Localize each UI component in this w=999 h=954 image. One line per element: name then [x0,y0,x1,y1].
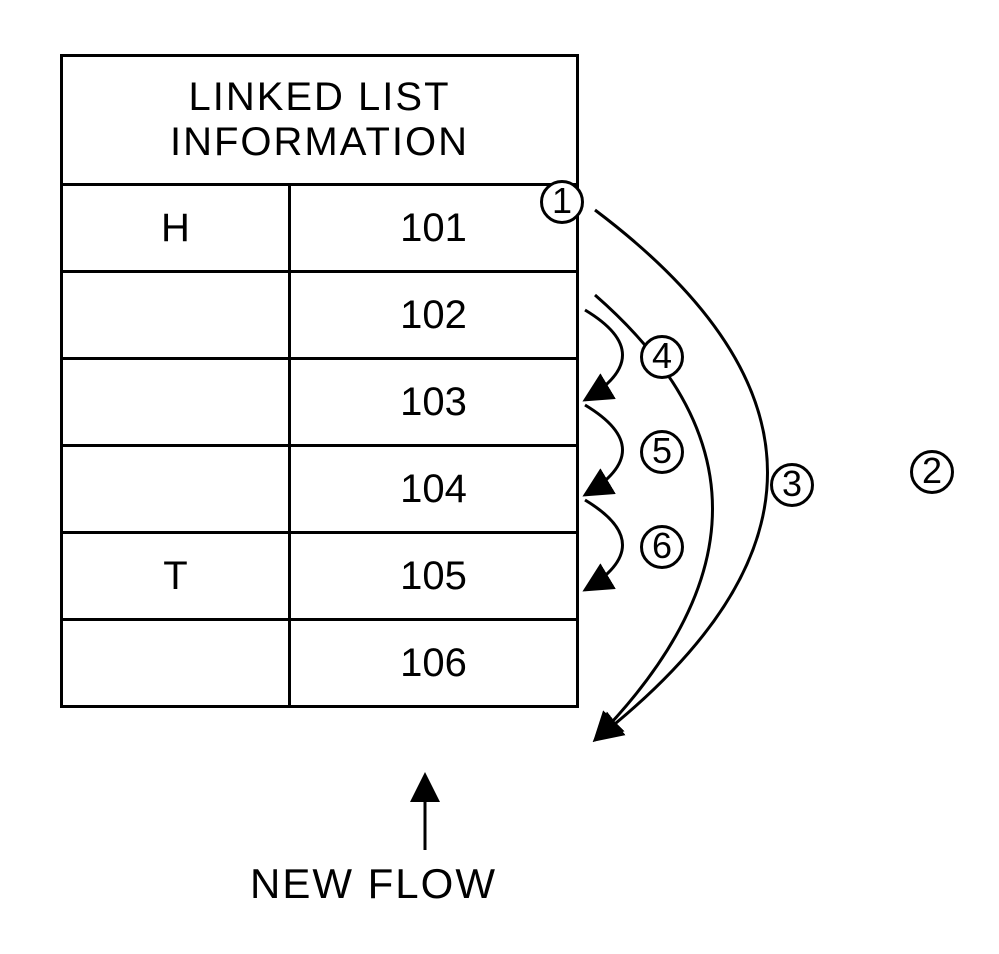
table-row: 102 [62,272,578,359]
marker-5: 5 [640,430,684,474]
cell-label [62,620,290,707]
marker-4: 4 [640,335,684,379]
cell-value: 105 [290,533,578,620]
table-row: 104 [62,446,578,533]
cell-label [62,359,290,446]
cell-label [62,272,290,359]
cell-label: H [62,185,290,272]
newflow-label: NEW FLOW [250,860,497,908]
cell-value: 101 [290,185,578,272]
table-row: 106 [62,620,578,707]
cell-value: 104 [290,446,578,533]
cell-label: T [62,533,290,620]
cell-value: 102 [290,272,578,359]
link-arc-5 [585,405,623,495]
table-title: LINKED LIST INFORMATION [62,56,578,185]
cell-value: 106 [290,620,578,707]
table-row: H 101 [62,185,578,272]
cell-label [62,446,290,533]
marker-3: 3 [770,463,814,507]
table-header-row: LINKED LIST INFORMATION [62,56,578,185]
table-row: 103 [62,359,578,446]
linked-list-table: LINKED LIST INFORMATION H 101 102 103 10… [60,54,579,708]
link-arc-6 [585,500,623,590]
link-arc-2 [595,210,768,740]
marker-2: 2 [910,450,954,494]
marker-1: 1 [540,180,584,224]
table-row: T 105 [62,533,578,620]
cell-value: 103 [290,359,578,446]
marker-6: 6 [640,525,684,569]
link-arc-4 [585,310,623,400]
